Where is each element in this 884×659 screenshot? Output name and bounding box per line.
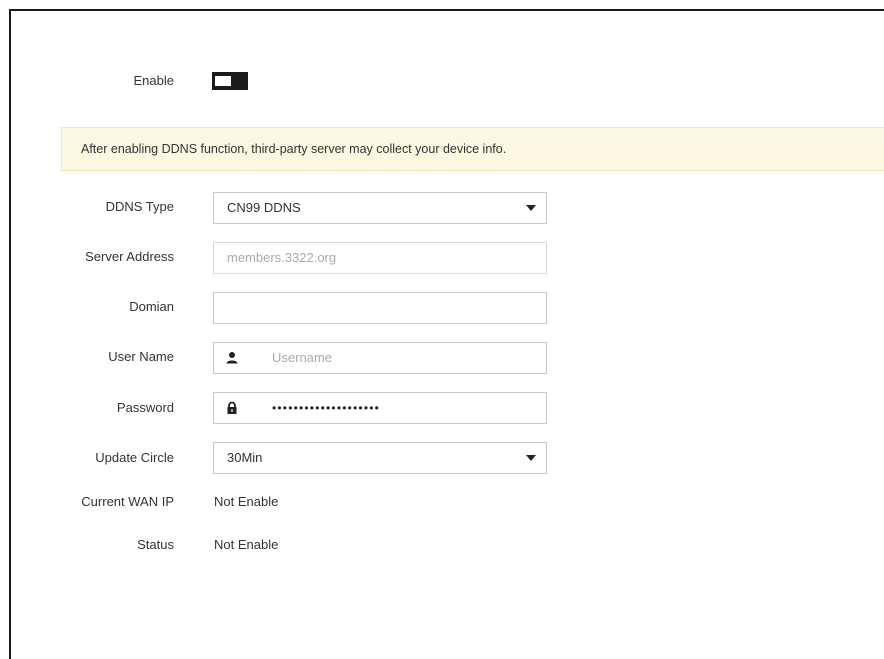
status-value: Not Enable xyxy=(214,537,279,552)
lock-icon xyxy=(227,401,237,414)
ddns-notice: After enabling DDNS function, third-part… xyxy=(61,127,884,171)
chevron-down-icon xyxy=(526,455,536,461)
domain-label: Domian xyxy=(129,299,174,314)
password-label: Password xyxy=(116,400,174,415)
user-icon xyxy=(226,352,238,364)
ddns-type-select[interactable]: CN99 DDNS xyxy=(213,192,547,224)
update-circle-value: 30Min xyxy=(227,450,263,465)
enable-label: Enable xyxy=(133,73,174,88)
wan-ip-value: Not Enable xyxy=(214,494,279,509)
username-field[interactable]: Username xyxy=(213,342,547,374)
chevron-down-icon xyxy=(526,205,536,211)
update-circle-label: Update Circle xyxy=(95,450,174,465)
domain-field[interactable] xyxy=(213,292,547,324)
username-placeholder: Username xyxy=(272,350,332,365)
ddns-type-value: CN99 DDNS xyxy=(227,200,301,215)
server-address-field[interactable]: members.3322.org xyxy=(213,242,547,274)
ddns-type-label: DDNS Type xyxy=(105,199,174,214)
update-circle-select[interactable]: 30Min xyxy=(213,442,547,474)
wan-ip-label: Current WAN IP xyxy=(81,494,174,509)
server-address-label: Server Address xyxy=(85,249,174,264)
status-label: Status xyxy=(137,537,174,552)
toggle-knob xyxy=(215,76,231,86)
window-frame xyxy=(9,9,884,659)
server-address-value: members.3322.org xyxy=(227,250,337,265)
username-label: User Name xyxy=(108,349,174,364)
enable-toggle[interactable] xyxy=(212,72,248,90)
password-field[interactable]: •••••••••••••••••••• xyxy=(213,392,547,424)
password-value: •••••••••••••••••••• xyxy=(272,401,381,415)
